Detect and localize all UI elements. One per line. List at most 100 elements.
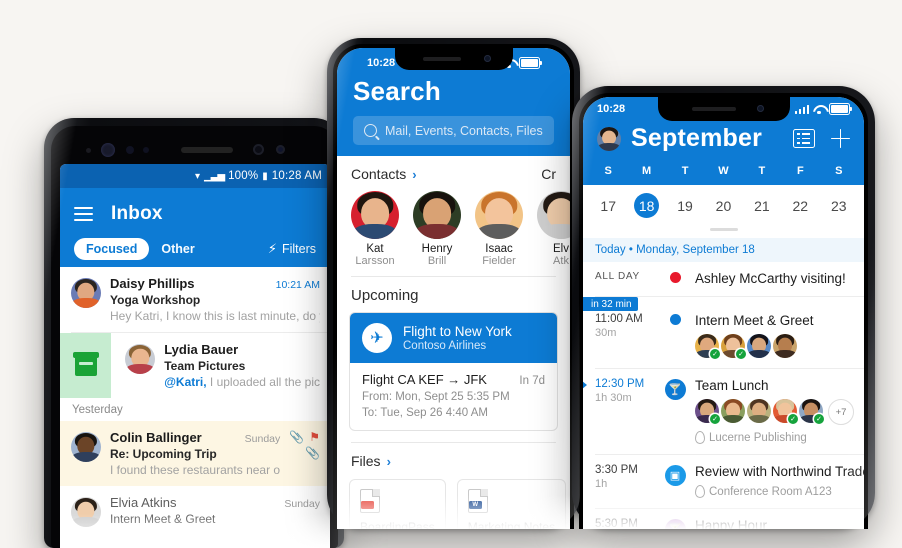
calendar-event[interactable]: ALL DAY Ashley McCarthy visiting! (583, 262, 864, 296)
event-title: Ashley McCarthy visiting! (695, 271, 846, 286)
avatar[interactable]: ✓ (695, 334, 720, 359)
calendar-day-selected[interactable]: 18 (627, 193, 665, 218)
location-text: Lucerne Publishing (709, 431, 807, 444)
attendee-avatars[interactable]: ✓ ✓ ✓ +7 (695, 399, 854, 425)
event-duration: 30m (595, 327, 617, 339)
word-file-icon: W (467, 489, 488, 513)
calendar-event[interactable]: in 32 min 11:00 AM 30m Intern Meet & Gre… (583, 297, 864, 368)
calendar-day[interactable]: 19 (666, 193, 704, 218)
left-phone-bezel: ▾ ▁▃▅ 100% ▮ 10:28 AM Inbox Focused Othe… (51, 126, 338, 548)
paperclip-icon: 📎 (305, 446, 320, 460)
message-subject: Intern Meet & Greet (110, 512, 216, 526)
avatar[interactable] (721, 399, 745, 423)
avatar (71, 432, 101, 462)
avatar[interactable] (597, 126, 621, 151)
file-card[interactable]: W Marketing Notes (456, 479, 567, 529)
event-title: Happy Hour (695, 518, 768, 529)
calendar-day[interactable]: 22 (781, 193, 819, 218)
event-time: 12:30 PM (595, 378, 645, 390)
status-time: 10:28 (597, 103, 626, 115)
contact-chip[interactable]: Henry Brill (413, 191, 461, 267)
contact-chip[interactable]: Kat Larsson (351, 191, 399, 267)
tab-focused[interactable]: Focused (74, 238, 150, 260)
contact-chip[interactable]: Elv Atk (537, 191, 570, 267)
chevron-right-icon: › (386, 453, 391, 469)
page-title: September (631, 124, 763, 152)
avatar (413, 191, 461, 239)
calendar-day[interactable]: 21 (743, 193, 781, 218)
wifi-icon: ▾ (194, 170, 200, 182)
files-section-header[interactable]: Files › (337, 443, 570, 476)
calendar-week-strip[interactable]: 17 18 19 20 21 22 23 (583, 185, 864, 224)
contacts-carousel[interactable]: Kat Larsson Henry Brill Isaac Fielder El… (337, 189, 570, 276)
flight-countdown: In 7d (519, 375, 545, 387)
files-grid: BoardingPass W Marketing Notes (337, 476, 570, 529)
flag-icon[interactable]: ⚑ (309, 430, 320, 444)
plus-icon[interactable] (831, 129, 850, 148)
archive-swipe-action[interactable] (60, 333, 112, 398)
page-title: Search (353, 76, 441, 106)
list-item[interactable]: Colin Ballinger Sunday Re: Upcoming Trip… (60, 421, 330, 486)
accepted-check-icon: ✓ (736, 349, 746, 359)
filters-button[interactable]: ⚡ Filters (268, 241, 316, 257)
flight-card-header: ✈ Flight to New York Contoso Airlines (350, 313, 557, 363)
avatar[interactable] (773, 334, 797, 358)
bolt-icon: ⚡ (267, 241, 277, 256)
avatar[interactable] (747, 334, 771, 358)
avatar[interactable]: ✓ (721, 334, 746, 359)
contact-last-name: Fielder (482, 255, 516, 267)
avatar[interactable]: ✓ (773, 399, 798, 424)
hamburger-icon[interactable] (74, 207, 93, 221)
section-label: Contacts (351, 166, 407, 182)
attendee-avatars[interactable]: ✓ ✓ (695, 334, 854, 359)
calendar-event[interactable]: 3:30 PM 1h ▣ Review with Northwind Trade… (583, 455, 864, 508)
battery-icon (829, 103, 852, 115)
list-item[interactable]: Daisy Phillips 10:21 AM Yoga Workshop He… (60, 267, 330, 332)
accepted-check-icon: ✓ (710, 414, 720, 424)
contact-first-name: Kat (366, 243, 384, 255)
calendar-event[interactable]: 12:30 PM 1h 30m 🍸 Team Lunch ✓ ✓ ✓ +7 Lu… (583, 369, 864, 454)
file-card[interactable]: BoardingPass (349, 479, 446, 529)
avatar[interactable]: ✓ (695, 399, 720, 424)
drag-handle[interactable] (709, 228, 738, 231)
flight-title: Flight to New York (403, 324, 512, 339)
flight-to: To: Tue, Sep 26 4:40 AM (362, 407, 488, 419)
status-time: 10:28 (367, 57, 396, 69)
contact-last-name: Atk (553, 255, 569, 267)
more-attendees-count[interactable]: +7 (828, 399, 854, 425)
dow-label: M (642, 165, 652, 177)
calendar-day[interactable]: 17 (589, 193, 627, 218)
message-preview: I found these restaurants near our... (110, 463, 281, 477)
flight-card[interactable]: ✈ Flight to New York Contoso Airlines Fl… (349, 312, 558, 431)
contact-chip[interactable]: Isaac Fielder (475, 191, 523, 267)
calendar-day[interactable]: 20 (704, 193, 742, 218)
sender-name: Colin Ballinger (110, 430, 202, 445)
calendar-event[interactable]: 5:30 PM 🍸 Happy Hour (583, 509, 864, 529)
event-badge: in 32 min (583, 297, 638, 311)
avatar[interactable] (747, 399, 771, 423)
agenda-view-icon[interactable] (793, 129, 815, 148)
dow-label: S (604, 165, 612, 177)
list-item[interactable]: Lydia Bauer Team Pictures @Katri, I uplo… (60, 333, 330, 398)
dow-label: W (718, 165, 729, 177)
contacts-section-header[interactable]: Contacts › Cr (337, 156, 570, 189)
contact-first-name: Elv (553, 243, 569, 255)
location-pin-icon (695, 485, 705, 498)
flight-card-body: Flight CA KEF → JFK In 7d From: Mon, Sep… (350, 363, 557, 430)
contact-last-name: Brill (427, 255, 447, 267)
cocktail-icon: 🍸 (664, 379, 686, 400)
avatar[interactable]: ✓ (799, 399, 824, 424)
calendar-day[interactable]: 23 (820, 193, 858, 218)
event-title: Review with Northwind Traders (695, 464, 864, 479)
avatar (475, 191, 523, 239)
search-icon (364, 124, 377, 137)
iphone-calendar: 10:28 September S M T W T F S 17 18 19 2… (572, 86, 875, 529)
dow-label: S (835, 165, 843, 177)
earpiece-speaker (691, 107, 736, 111)
battery-icon: ▮ (262, 170, 268, 182)
event-duration: 1h 30m (595, 392, 632, 404)
iphone-search: 10:28 Search Mail, Events, Contacts, Fil… (327, 38, 580, 529)
contact-last-name: Larsson (355, 255, 395, 267)
search-input[interactable]: Mail, Events, Contacts, Files (353, 116, 554, 145)
tab-other[interactable]: Other (161, 242, 194, 256)
